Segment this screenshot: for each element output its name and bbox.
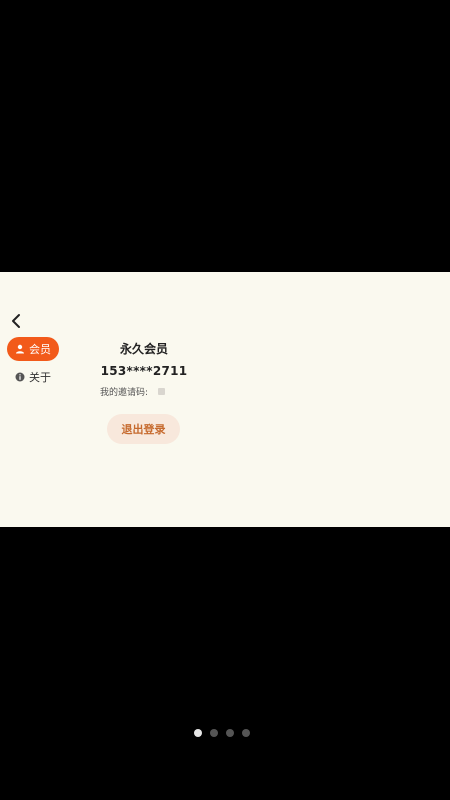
settings-panel: 会员 关于 永久会员 153****2711 我的邀请码: 退出登录 (0, 272, 450, 527)
back-button[interactable] (8, 312, 26, 330)
sidebar-item-about[interactable]: 关于 (7, 365, 59, 389)
user-icon (15, 344, 25, 354)
member-info: 永久会员 (96, 340, 192, 356)
sidebar-item-member[interactable]: 会员 (7, 337, 59, 361)
screenshot-frame: 会员 关于 永久会员 153****2711 我的邀请码: 退出登录 (0, 0, 450, 800)
invite-code-label: 我的邀请码: (100, 387, 149, 398)
logout-button[interactable]: 退出登录 (107, 414, 180, 444)
invite-code-value[interactable] (158, 387, 166, 395)
page-dot[interactable] (226, 729, 234, 737)
membership-tier: 永久会员 (119, 342, 168, 356)
page-dot[interactable] (194, 729, 202, 737)
page-indicator (194, 729, 250, 737)
account-phone: 153****2711 (100, 364, 188, 378)
chevron-left-icon (12, 314, 20, 328)
page-dot[interactable] (242, 729, 250, 737)
info-icon (15, 372, 25, 382)
invite-code-row: 我的邀请码: (100, 384, 166, 398)
sidebar-item-label: 关于 (29, 371, 51, 384)
sidebar-item-label: 会员 (29, 343, 51, 356)
page-dot[interactable] (210, 729, 218, 737)
